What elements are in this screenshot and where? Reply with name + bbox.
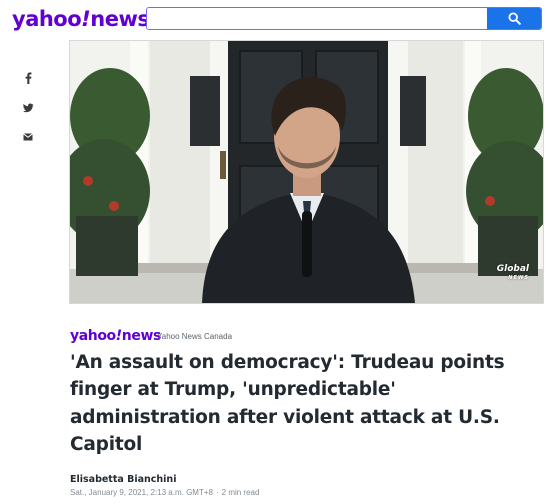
- hero-image[interactable]: Global NEWS: [70, 41, 543, 303]
- broadcaster-watermark: Global NEWS: [496, 264, 529, 282]
- share-twitter-button[interactable]: [20, 100, 36, 116]
- twitter-icon: [23, 103, 34, 113]
- search-button[interactable]: [487, 8, 541, 29]
- publish-date: Sat., January 9, 2021, 2:13 a.m. GMT+8: [70, 488, 213, 497]
- search-icon: [508, 12, 521, 25]
- hero-illustration: [70, 41, 543, 303]
- meta-separator: ·: [215, 488, 219, 497]
- mail-icon: [23, 133, 33, 141]
- source-logo[interactable]: yahoo!news: [70, 328, 161, 344]
- read-time: 2 min read: [221, 488, 260, 497]
- share-facebook-button[interactable]: [20, 70, 36, 86]
- article-headline: 'An assault on democracy': Trudeau point…: [70, 352, 505, 456]
- search-input[interactable]: [147, 8, 487, 29]
- top-bar: yahoo!news: [0, 0, 554, 40]
- search-bar: [146, 7, 542, 30]
- yahoo-news-logo[interactable]: yahoo!news: [12, 6, 150, 32]
- share-mail-button[interactable]: [20, 129, 36, 145]
- facebook-icon: [25, 72, 32, 84]
- article-meta: Sat., January 9, 2021, 2:13 a.m. GMT+8 · 2…: [70, 488, 259, 498]
- publisher-name: Yahoo News Canada: [157, 332, 233, 341]
- author-name[interactable]: Elisabetta Bianchini: [70, 474, 176, 486]
